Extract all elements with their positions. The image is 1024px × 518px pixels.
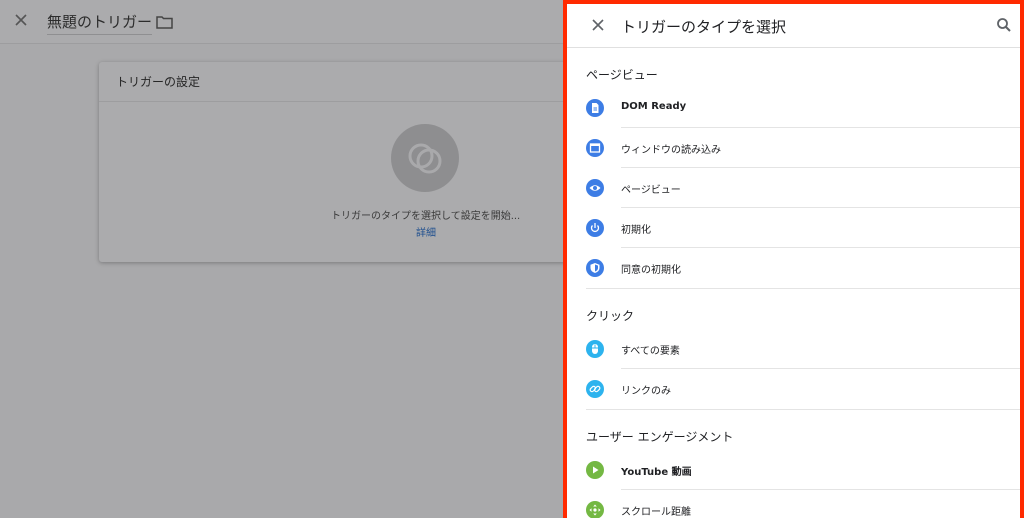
trigger-option-label: 同意の初期化 <box>621 265 681 276</box>
window-icon <box>586 139 604 157</box>
section-title-engagement: ユーザー エンゲージメント <box>586 430 734 444</box>
close-icon[interactable] <box>589 16 607 34</box>
trigger-option-label: ページビュー <box>621 185 681 196</box>
trigger-type-drawer: トリガーのタイプを選択 ページビュー DOM Ready ウィンドウの読み込み … <box>563 0 1024 518</box>
section-divider <box>586 288 1020 289</box>
section-title-pageview: ページビュー <box>586 68 658 82</box>
document-icon <box>586 99 604 117</box>
trigger-option-label: ウィンドウの読み込み <box>621 145 721 156</box>
trigger-option-page-view[interactable]: ページビュー <box>567 168 1020 208</box>
card-title: トリガーの設定 <box>99 62 569 102</box>
trigger-name-input[interactable]: 無題のトリガー <box>47 11 153 35</box>
trigger-option-label: YouTube 動画 <box>621 467 692 478</box>
trigger-config-card[interactable]: トリガーの設定 トリガーのタイプを選択して設定を開始... 詳細 <box>99 62 569 262</box>
drawer-title: トリガーのタイプを選択 <box>621 18 787 36</box>
move-icon <box>586 501 604 518</box>
trigger-option-youtube-video[interactable]: YouTube 動画 <box>567 450 1020 490</box>
play-icon <box>586 461 604 479</box>
trigger-option-window-loaded[interactable]: ウィンドウの読み込み <box>567 128 1020 168</box>
trigger-option-dom-ready[interactable]: DOM Ready <box>567 88 1020 128</box>
trigger-option-label: DOM Ready <box>621 101 687 112</box>
power-icon <box>586 219 604 237</box>
close-icon[interactable] <box>12 11 30 29</box>
learn-more-link[interactable]: 詳細 <box>416 224 436 239</box>
section-title-click: クリック <box>586 309 635 323</box>
trigger-option-label: すべての要素 <box>621 346 680 357</box>
trigger-option-all-elements[interactable]: すべての要素 <box>567 329 1020 369</box>
card-hint: トリガーのタイプを選択して設定を開始... <box>331 211 521 222</box>
drawer-header: トリガーのタイプを選択 <box>567 4 1020 48</box>
mouse-icon <box>586 340 604 358</box>
search-icon[interactable] <box>995 16 1013 34</box>
trigger-option-initialization[interactable]: 初期化 <box>567 208 1020 248</box>
folder-icon[interactable] <box>156 14 173 29</box>
trigger-option-scroll-depth[interactable]: スクロール距離 <box>567 490 1020 518</box>
editor-topbar: 無題のトリガー <box>0 0 563 44</box>
shield-icon <box>586 259 604 277</box>
trigger-placeholder-icon <box>391 124 459 192</box>
trigger-option-consent-initialization[interactable]: 同意の初期化 <box>567 248 1020 288</box>
link-icon <box>586 380 604 398</box>
trigger-option-label: スクロール距離 <box>621 507 691 518</box>
section-divider <box>586 409 1020 410</box>
trigger-option-just-links[interactable]: リンクのみ <box>567 369 1020 409</box>
eye-icon <box>586 179 604 197</box>
trigger-option-label: 初期化 <box>621 225 651 236</box>
trigger-option-label: リンクのみ <box>621 386 671 397</box>
